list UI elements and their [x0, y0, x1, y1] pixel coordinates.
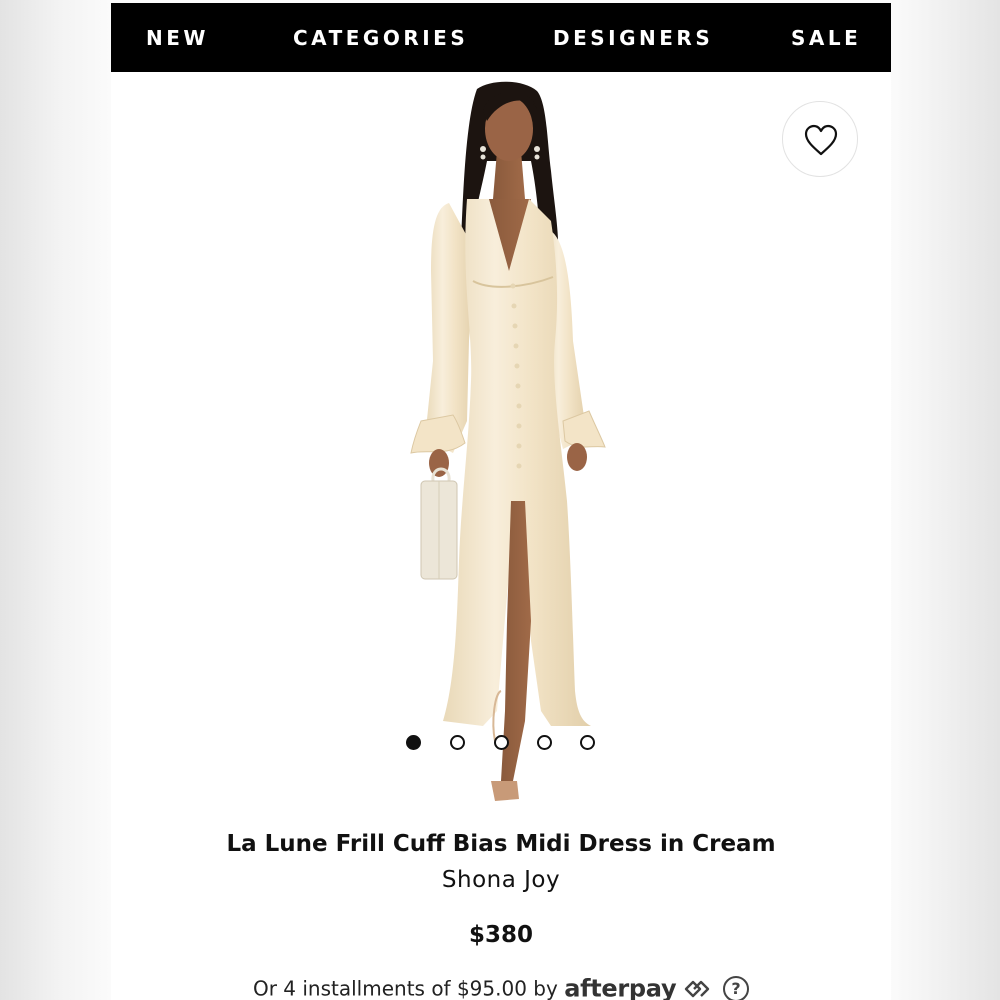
- installments-text: Or 4 installments of $95.00 by: [252, 976, 558, 1000]
- product-title: La Lune Frill Cuff Bias Midi Dress in Cr…: [226, 831, 776, 857]
- carousel-indicators: [111, 735, 891, 751]
- nav-new[interactable]: NEW: [146, 25, 209, 51]
- product-page: NEW CATEGORIES DESIGNERS SALE La Lune Fr…: [111, 3, 891, 1000]
- nav-designers[interactable]: DESIGNERS: [553, 25, 713, 51]
- carousel-dot-1[interactable]: [406, 735, 421, 750]
- product-image[interactable]: [391, 81, 611, 816]
- carousel-dot-5[interactable]: [580, 735, 595, 750]
- product-brand[interactable]: Shona Joy: [111, 865, 891, 895]
- installments-info: Or 4 installments of $95.00 by afterpay …: [111, 970, 891, 1000]
- question-circle-icon[interactable]: ?: [723, 975, 750, 1000]
- afterpay-logo: afterpay: [564, 974, 677, 1000]
- heart-outline-icon: [804, 124, 838, 156]
- product-price: $380: [468, 922, 533, 948]
- favorite-button[interactable]: [782, 101, 858, 177]
- nav-categories[interactable]: CATEGORIES: [293, 25, 468, 51]
- carousel-dot-2[interactable]: [450, 735, 465, 750]
- top-navigation: NEW CATEGORIES DESIGNERS SALE: [111, 3, 891, 72]
- carousel-dot-4[interactable]: [537, 735, 552, 750]
- afterpay-arrows-icon: [684, 980, 709, 997]
- carousel-dot-3[interactable]: [494, 735, 509, 750]
- nav-sale[interactable]: SALE: [791, 25, 861, 51]
